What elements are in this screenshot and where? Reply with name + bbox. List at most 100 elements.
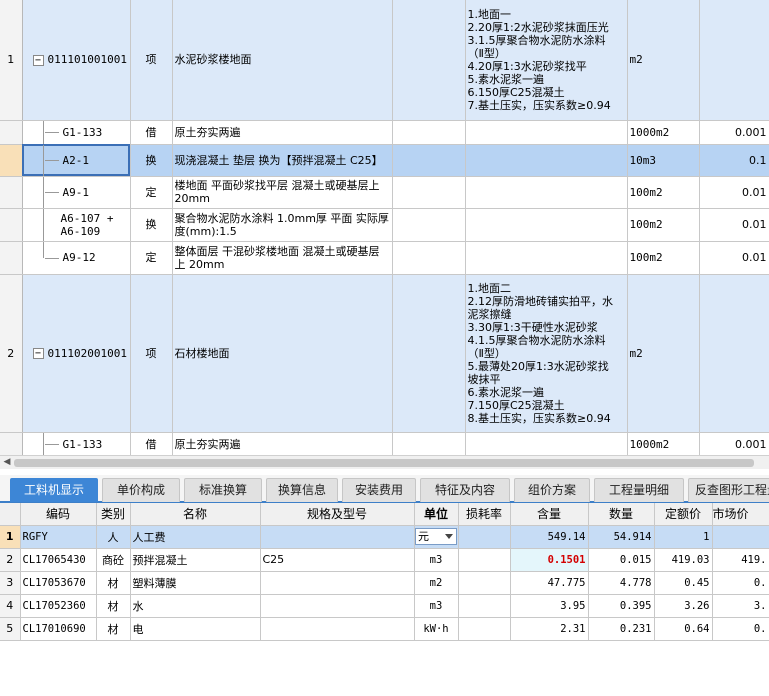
spec-cell[interactable] bbox=[392, 274, 466, 433]
features-cell[interactable] bbox=[465, 144, 628, 177]
name-cell[interactable]: 塑料薄膜 bbox=[130, 571, 261, 595]
spec-cell[interactable] bbox=[392, 176, 466, 209]
unit-cell[interactable]: m3 bbox=[414, 548, 459, 572]
qty-cell[interactable]: 0.1 bbox=[699, 144, 769, 177]
spec-cell[interactable] bbox=[392, 120, 466, 145]
code-cell[interactable]: A2-1 bbox=[22, 144, 131, 177]
code-cell[interactable]: −011102001001 bbox=[22, 274, 131, 433]
market-price-cell[interactable]: 0. bbox=[712, 617, 769, 641]
type-cell[interactable]: 借 bbox=[130, 432, 173, 455]
col-header-content[interactable]: 含量 bbox=[510, 503, 589, 526]
col-header-loss-rate[interactable]: 损耗率 bbox=[458, 503, 511, 526]
tab-labor-material-machine[interactable]: 工料机显示 bbox=[10, 478, 98, 502]
features-cell[interactable] bbox=[465, 176, 628, 209]
name-cell[interactable]: 整体面层 干混砂浆楼地面 混凝土或硬基层上 20mm bbox=[172, 241, 393, 275]
quantity-cell[interactable]: 0.395 bbox=[588, 594, 655, 618]
type-cell[interactable]: 项 bbox=[130, 0, 173, 121]
bill-row[interactable]: 2 −011102001001 项 石材楼地面 1.地面二 2.12厚防滑地砖铺… bbox=[0, 274, 769, 433]
qty-cell[interactable]: 0.01 bbox=[699, 176, 769, 209]
type-cell[interactable]: 定 bbox=[130, 176, 173, 209]
tab-conversion-info[interactable]: 换算信息 bbox=[266, 478, 338, 502]
qty-cell[interactable]: 0.01 bbox=[699, 241, 769, 275]
loss-rate-cell[interactable] bbox=[458, 617, 511, 641]
spec-cell[interactable]: C25 bbox=[260, 548, 415, 572]
spec-cell[interactable] bbox=[260, 617, 415, 641]
tab-install-fee[interactable]: 安装费用 bbox=[342, 478, 416, 502]
unit-cell[interactable]: 10m3 bbox=[627, 144, 700, 177]
tab-standard-conversion[interactable]: 标准换算 bbox=[184, 478, 262, 502]
tab-reverse-check[interactable]: 反查图形工程量 bbox=[688, 478, 769, 502]
code-cell[interactable]: A9-12 bbox=[22, 241, 131, 275]
name-cell[interactable]: 楼地面 平面砂浆找平层 混凝土或硬基层上 20mm bbox=[172, 176, 393, 209]
spec-cell[interactable] bbox=[392, 144, 466, 177]
quota-row[interactable]: G1-133 借 原土夯实两遍 1000m2 0.001 bbox=[0, 120, 769, 145]
quota-row-selected[interactable]: A2-1 换 现浇混凝土 垫层 换为【预拌混凝土 C25】 10m3 0.1 bbox=[0, 144, 769, 177]
quota-price-cell[interactable]: 3.26 bbox=[654, 594, 713, 618]
loss-rate-cell[interactable] bbox=[458, 525, 511, 549]
code-cell[interactable]: CL17065430 bbox=[20, 548, 97, 572]
content-cell[interactable]: 549.14 bbox=[510, 525, 589, 549]
loss-rate-cell[interactable] bbox=[458, 594, 511, 618]
col-header-name[interactable]: 名称 bbox=[130, 503, 261, 526]
name-cell[interactable]: 原土夯实两遍 bbox=[172, 120, 393, 145]
code-cell[interactable]: RGFY bbox=[20, 525, 97, 549]
tab-unit-price[interactable]: 单价构成 bbox=[102, 478, 180, 502]
name-cell[interactable]: 石材楼地面 bbox=[172, 274, 393, 433]
type-cell[interactable]: 定 bbox=[130, 241, 173, 275]
resource-row[interactable]: 2 CL17065430 商砼 预拌混凝土 C25 m3 0.1501 0.01… bbox=[0, 548, 769, 572]
name-cell[interactable]: 水 bbox=[130, 594, 261, 618]
unit-cell[interactable]: kW·h bbox=[414, 617, 459, 641]
features-cell[interactable]: 1.地面二 2.12厚防滑地砖铺实拍平，水 泥浆擦缝 3.30厚1:3干硬性水泥… bbox=[465, 274, 628, 433]
content-cell-highlighted[interactable]: 0.1501 bbox=[510, 548, 589, 572]
unit-cell[interactable]: 100m2 bbox=[627, 176, 700, 209]
tab-features[interactable]: 特征及内容 bbox=[420, 478, 510, 502]
col-header-unit[interactable]: 单位 bbox=[414, 503, 459, 526]
unit-cell[interactable]: m2 bbox=[627, 0, 700, 121]
name-cell[interactable]: 原土夯实两遍 bbox=[172, 432, 393, 455]
col-header-category[interactable]: 类别 bbox=[96, 503, 131, 526]
tab-quantity-detail[interactable]: 工程量明细 bbox=[594, 478, 684, 502]
name-cell[interactable]: 预拌混凝土 bbox=[130, 548, 261, 572]
col-header-quota-price[interactable]: 定额价 bbox=[654, 503, 713, 526]
name-cell[interactable]: 水泥砂浆楼地面 bbox=[172, 0, 393, 121]
type-cell[interactable]: 项 bbox=[130, 274, 173, 433]
code-cell[interactable]: G1-133 bbox=[22, 432, 131, 455]
quantity-cell[interactable]: 54.914 bbox=[588, 525, 655, 549]
spec-cell[interactable] bbox=[392, 0, 466, 121]
market-price-cell[interactable]: 0. bbox=[712, 571, 769, 595]
code-cell[interactable]: A9-1 bbox=[22, 176, 131, 209]
loss-rate-cell[interactable] bbox=[458, 571, 511, 595]
content-cell[interactable]: 3.95 bbox=[510, 594, 589, 618]
quota-row[interactable]: G1-133 借 原土夯实两遍 1000m2 0.001 bbox=[0, 432, 769, 455]
resource-row-selected[interactable]: 1 RGFY 人 人工费 元 549.14 54.914 1 bbox=[0, 525, 769, 549]
quota-price-cell[interactable]: 1 bbox=[654, 525, 713, 549]
name-cell[interactable]: 聚合物水泥防水涂料 1.0mm厚 平面 实际厚度(mm):1.5 bbox=[172, 208, 393, 242]
unit-cell[interactable]: m3 bbox=[414, 594, 459, 618]
qty-cell[interactable] bbox=[699, 274, 769, 433]
unit-cell[interactable]: 1000m2 bbox=[627, 120, 700, 145]
resource-row[interactable]: 5 CL17010690 材 电 kW·h 2.31 0.231 0.64 0. bbox=[0, 617, 769, 641]
col-header-code[interactable]: 编码 bbox=[20, 503, 97, 526]
type-cell[interactable]: 换 bbox=[130, 144, 173, 177]
spec-cell[interactable] bbox=[260, 525, 415, 549]
quota-row[interactable]: A9-1 定 楼地面 平面砂浆找平层 混凝土或硬基层上 20mm 100m2 0… bbox=[0, 176, 769, 209]
unit-cell[interactable]: 100m2 bbox=[627, 241, 700, 275]
unit-cell[interactable]: m2 bbox=[627, 274, 700, 433]
code-cell[interactable]: CL17053670 bbox=[20, 571, 97, 595]
quota-price-cell[interactable]: 0.64 bbox=[654, 617, 713, 641]
quantity-cell[interactable]: 4.778 bbox=[588, 571, 655, 595]
name-cell[interactable]: 现浇混凝土 垫层 换为【预拌混凝土 C25】 bbox=[172, 144, 393, 177]
spec-cell[interactable] bbox=[392, 241, 466, 275]
minus-box-icon[interactable]: − bbox=[32, 54, 44, 66]
features-cell[interactable] bbox=[465, 120, 628, 145]
quantity-cell[interactable]: 0.231 bbox=[588, 617, 655, 641]
name-cell[interactable]: 人工费 bbox=[130, 525, 261, 549]
unit-cell[interactable]: 1000m2 bbox=[627, 432, 700, 455]
features-cell[interactable]: 1.地面一 2.20厚1:2水泥砂浆抹面压光 3.1.5厚聚合物水泥防水涂料 （… bbox=[465, 0, 628, 121]
unit-cell[interactable]: 100m2 bbox=[627, 208, 700, 242]
category-cell[interactable]: 材 bbox=[96, 617, 131, 641]
category-cell[interactable]: 商砼 bbox=[96, 548, 131, 572]
market-price-cell[interactable] bbox=[712, 525, 769, 549]
col-header-market-price[interactable]: 市场价 bbox=[712, 503, 769, 526]
content-cell[interactable]: 2.31 bbox=[510, 617, 589, 641]
